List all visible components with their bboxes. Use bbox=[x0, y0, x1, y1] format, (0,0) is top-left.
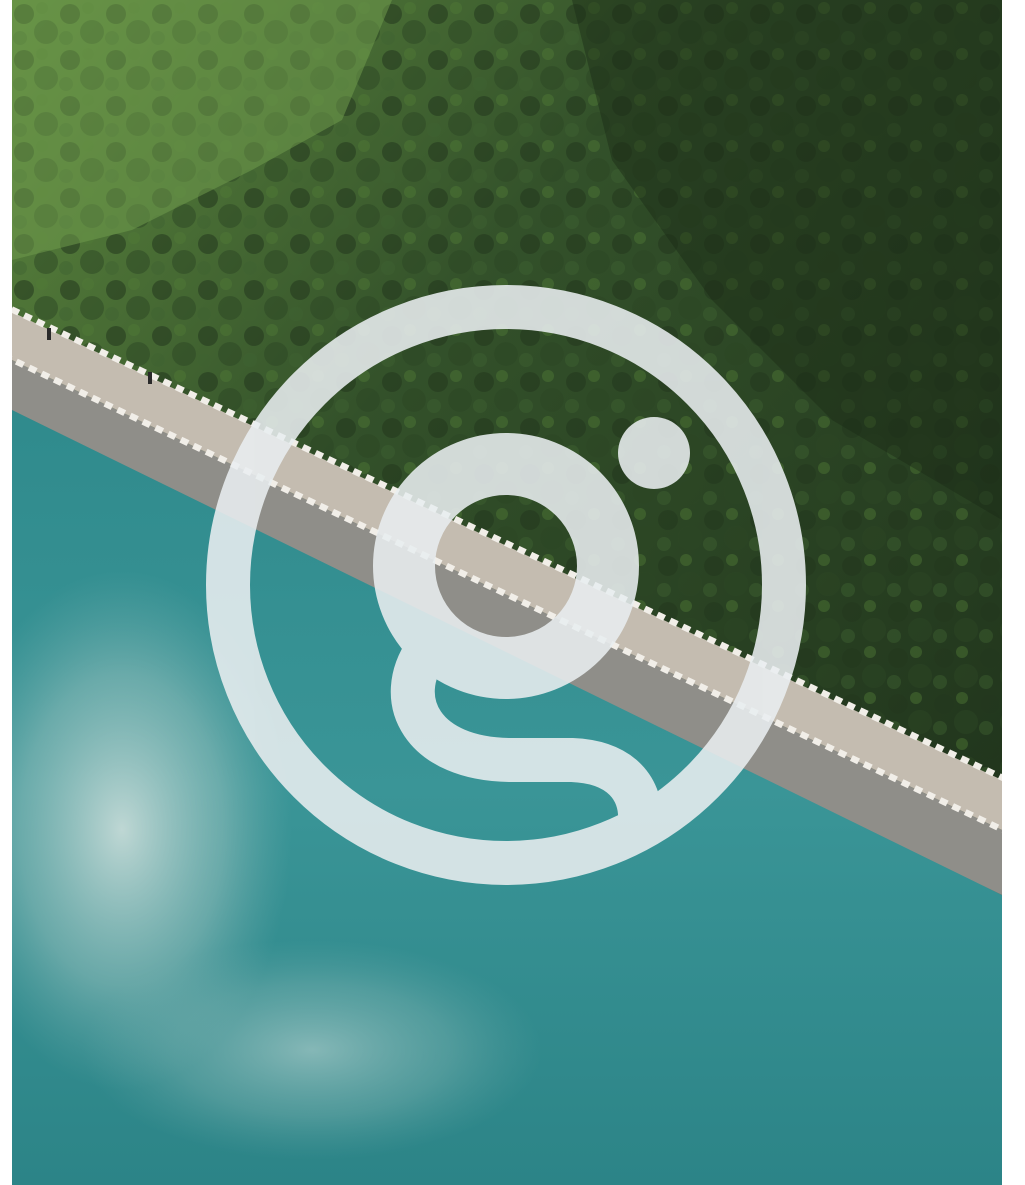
aerial-photo bbox=[12, 0, 1002, 1185]
walker-figure bbox=[148, 372, 152, 384]
walker-figure bbox=[47, 328, 51, 340]
cloud-reflection-2 bbox=[82, 940, 542, 1160]
photo-frame bbox=[12, 0, 1002, 1185]
